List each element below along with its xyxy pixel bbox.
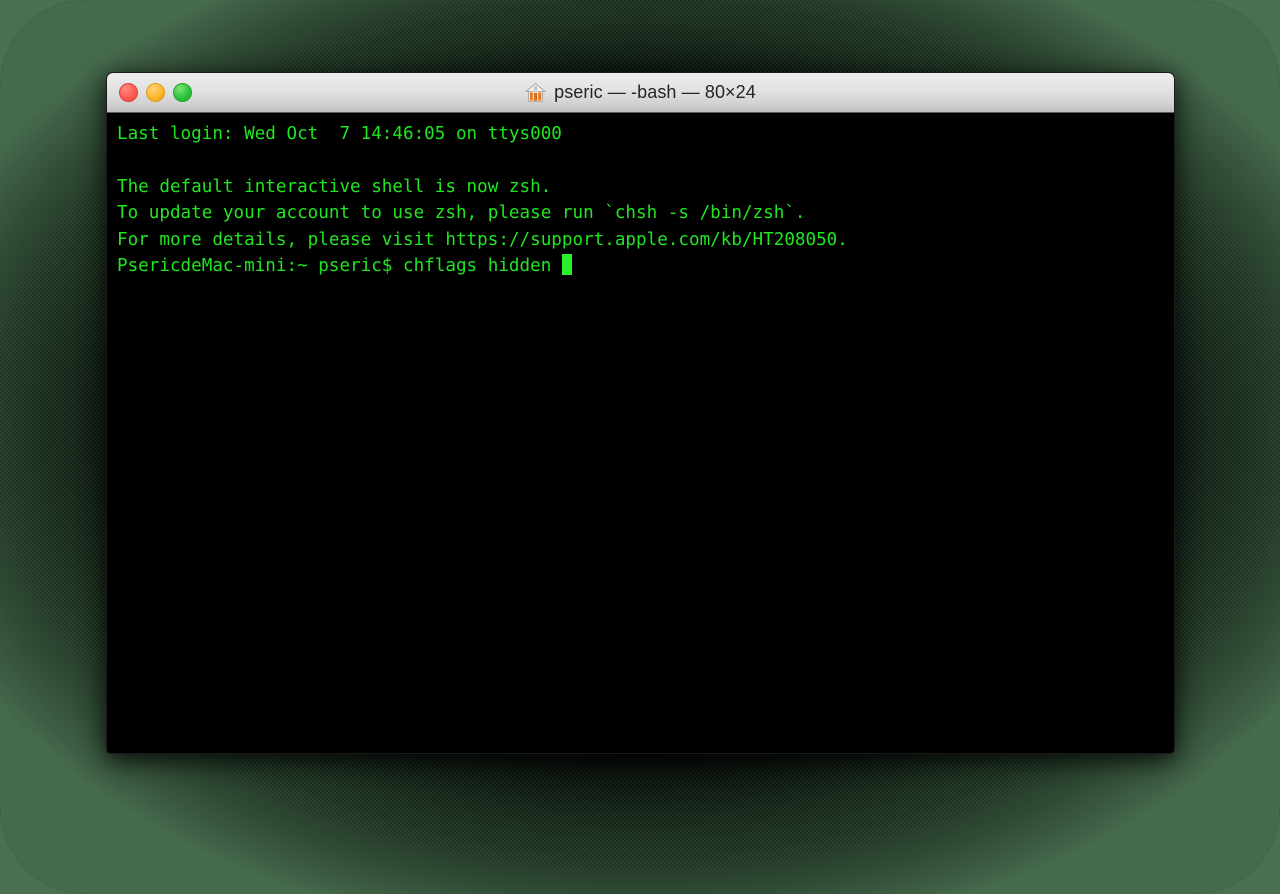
command-input[interactable]: chflags hidden <box>403 256 562 276</box>
terminal-window[interactable]: pseric — -bash — 80×24 Last login: Wed O… <box>106 72 1175 754</box>
terminal-line: For more details, please visit https://s… <box>117 229 848 250</box>
window-controls <box>119 73 192 112</box>
terminal-line: The default interactive shell is now zsh… <box>117 176 552 197</box>
terminal-line: Last login: Wed Oct 7 14:46:05 on ttys00… <box>117 124 562 144</box>
close-button[interactable] <box>119 83 138 102</box>
title-bar-center: pseric — -bash — 80×24 <box>107 82 1174 103</box>
terminal-prompt-line[interactable]: PsericdeMac-mini:~ pseric$ chflags hidde… <box>117 253 1174 279</box>
zoom-button[interactable] <box>173 83 192 102</box>
home-icon <box>525 82 547 103</box>
window-title-bar[interactable]: pseric — -bash — 80×24 <box>107 73 1174 113</box>
terminal-line: To update your account to use zsh, pleas… <box>117 203 806 224</box>
cursor-block <box>561 254 573 276</box>
window-title: pseric — -bash — 80×24 <box>554 82 756 102</box>
terminal-output-area[interactable]: Last login: Wed Oct 7 14:46:05 on ttys00… <box>107 113 1174 753</box>
minimize-button[interactable] <box>146 83 165 102</box>
shell-prompt: PsericdeMac-mini:~ pseric$ <box>117 256 403 277</box>
